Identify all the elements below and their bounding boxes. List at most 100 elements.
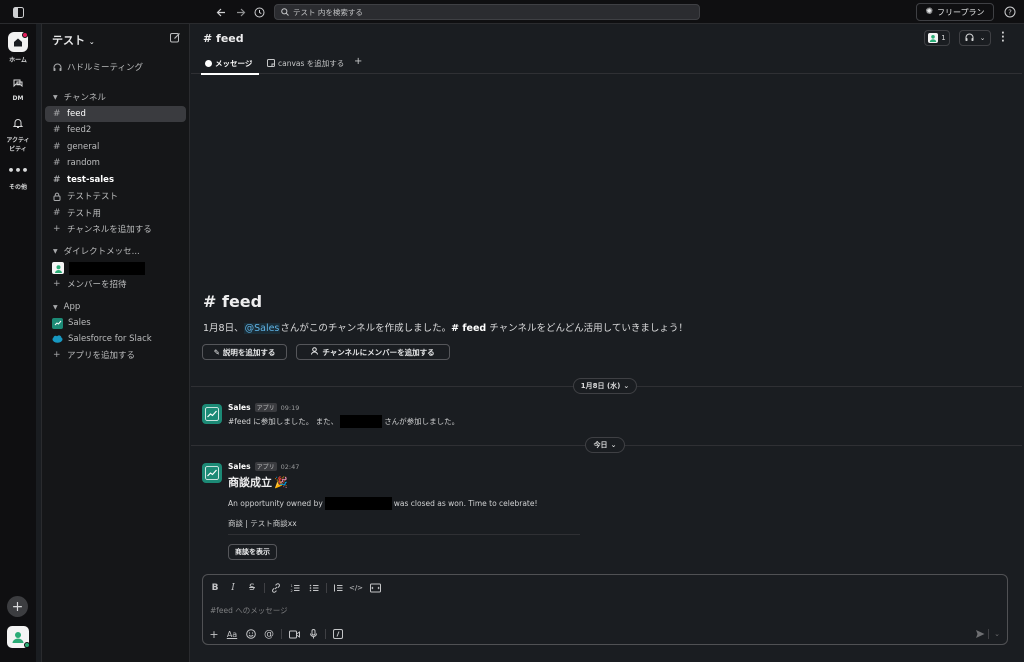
hash-icon: # [53,109,61,119]
sidebar-item-random[interactable]: # random [45,155,186,171]
strikethrough-icon[interactable]: S [245,581,259,595]
mention-icon[interactable]: @ [262,627,276,641]
sidebar-item-test-sales[interactable]: # test-sales [45,172,186,188]
intro-channel-title: # feed [203,292,263,311]
help-icon[interactable]: ? [1002,4,1018,20]
add-tab-icon[interactable]: + [354,56,362,67]
search-icon [281,8,289,16]
channels-section-header[interactable]: ▼ チャンネル [45,89,186,105]
ordered-list-icon[interactable]: 12 [288,581,302,595]
send-options-chevron-icon[interactable]: ⌄ [990,627,1004,641]
tab-messages[interactable]: メッセージ [205,58,252,69]
date-jump-button[interactable]: 1月8日 (水) ⌄ [573,378,637,394]
history-icon[interactable] [251,4,267,20]
microphone-icon[interactable] [306,627,320,641]
huddle-button[interactable]: ⌄ [959,30,991,46]
chevron-down-icon: ⌄ [610,441,617,449]
workspace-name[interactable]: テスト ⌄ [52,32,95,48]
rail-dm-label: DM [12,95,24,102]
italic-icon[interactable]: I [226,581,240,595]
invite-members-button[interactable]: + メンバーを招待 [45,276,186,292]
sidebar-item-general[interactable]: # general [45,139,186,155]
sidebar-toggle-icon[interactable] [10,4,26,20]
video-icon[interactable] [287,627,301,641]
back-arrow-icon[interactable] [213,4,229,20]
headphones-icon [53,63,67,72]
sidebar-item-huddle[interactable]: ハドルミーティング [45,59,186,75]
message-timestamp[interactable]: 02:47 [281,463,300,471]
sidebar-item-label: test-sales [67,175,115,185]
add-app-button[interactable]: + アプリを追加する [45,347,186,363]
rail-home-label: ホーム [9,57,27,64]
channel-title[interactable]: # feed [203,32,244,45]
emoji-icon[interactable] [244,627,258,641]
search-input[interactable]: テスト 内を検索する [274,4,700,20]
hash-icon: # [53,175,61,185]
shortcuts-icon[interactable] [331,627,345,641]
add-description-button[interactable]: ✎ 説明を追加する [202,344,287,360]
link-icon[interactable] [269,581,283,595]
active-tab-indicator [201,73,259,75]
message-author[interactable]: Sales アプリ 02:47 [228,462,299,471]
add-channel-button[interactable]: + チャンネルを追加する [45,221,186,237]
today-jump-button[interactable]: 今日 ⌄ [585,437,625,453]
view-deal-button[interactable]: 商談を表示 [228,544,277,560]
message-timestamp[interactable]: 09:19 [281,404,300,412]
members-button[interactable]: 1 [924,30,950,46]
rail-more[interactable]: ••• その他 [0,160,36,192]
sidebar-item-dm-user[interactable] [45,260,186,276]
chevron-down-icon: ⌄ [979,34,986,42]
kebab-menu-icon[interactable]: · · · [1001,29,1005,47]
message-bubble-icon [205,60,212,67]
composer-placeholder: #feed へのメッセージ [210,606,288,615]
sidebar-item-test-test[interactable]: テストテスト [45,188,186,204]
sidebar-item-label: feed2 [67,125,92,135]
hash-icon: # [53,208,61,218]
free-plan-button[interactable]: ✺ フリープラン [916,3,994,21]
gear-icon: ✺ [925,7,933,17]
add-members-button[interactable]: チャンネルにメンバーを追加する [296,344,450,360]
mention-sales[interactable]: @Sales [243,323,281,334]
blockquote-icon[interactable] [331,581,345,595]
code-block-icon[interactable] [368,581,382,595]
formatting-toggle-icon[interactable]: Aa [225,627,239,641]
forward-arrow-icon[interactable] [232,4,248,20]
member-count: 1 [941,34,946,42]
rail-activity-label-2: ビティ [9,146,27,153]
sidebar-item-feed[interactable]: # feed [45,106,186,122]
compose-icon[interactable] [170,32,181,46]
rail-home[interactable]: ホーム [0,32,36,64]
dm-icon [8,73,28,93]
app-section-header[interactable]: ▼ App [45,299,186,315]
sidebar-item-test-use[interactable]: # テスト用 [45,205,186,221]
hash-icon: # [53,158,61,168]
message-author[interactable]: Sales アプリ 09:19 [228,403,299,412]
party-popper-icon: 🎉 [274,476,288,489]
plus-icon: + [53,224,61,234]
plus-icon: + [53,350,61,360]
sidebar-item-app-salesforce[interactable]: Salesforce for Slack [45,331,186,347]
sales-app-avatar[interactable] [202,404,222,424]
sales-app-avatar[interactable] [202,463,222,483]
deal-detail-text: 商談 | テスト商談xx [228,519,297,528]
dm-section-header[interactable]: ▼ ダイレクトメッセ... [45,243,186,259]
toolbar-separator [988,629,989,639]
bullet-list-icon[interactable] [307,581,321,595]
attach-plus-icon[interactable]: + [207,627,221,641]
sidebar-item-label: テストテスト [67,192,119,202]
code-icon[interactable]: </> [349,581,363,595]
salesforce-cloud-icon [52,334,63,345]
rail-activity[interactable]: アクティ ビティ [0,113,36,153]
toolbar-separator [325,629,326,639]
rail-dm[interactable]: DM [0,73,36,102]
add-person-icon [311,347,319,357]
composer-input[interactable]: #feed へのメッセージ [210,605,288,616]
bold-icon[interactable]: B [208,581,222,595]
sidebar-item-label: general [67,142,100,152]
add-workspace-button[interactable]: + [7,596,28,617]
svg-text:?: ? [1008,9,1012,17]
send-icon[interactable] [973,627,987,641]
sidebar-item-feed2[interactable]: # feed2 [45,122,186,138]
tab-add-canvas[interactable]: canvas を追加する [267,58,344,69]
sidebar-item-app-sales[interactable]: Sales [45,315,186,331]
